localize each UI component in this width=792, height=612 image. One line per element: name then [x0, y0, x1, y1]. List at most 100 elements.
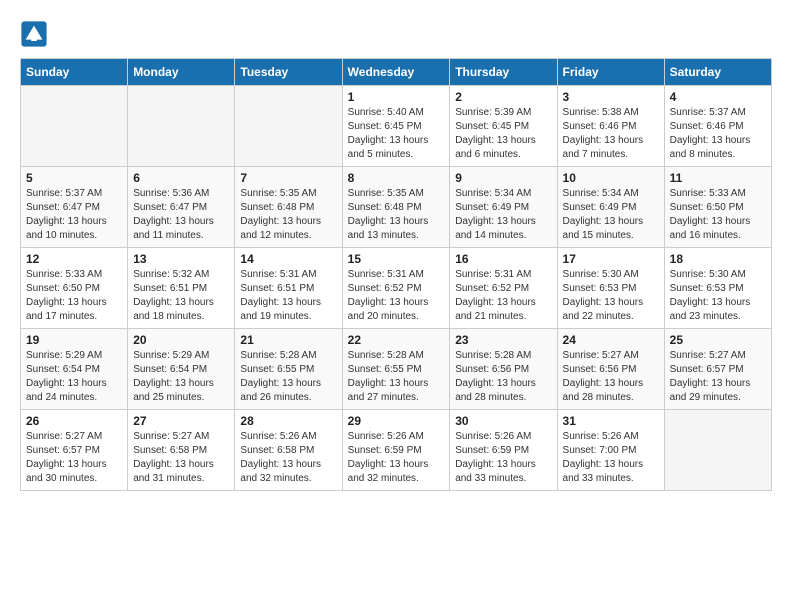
day-number: 4 — [670, 90, 766, 104]
day-number: 7 — [240, 171, 336, 185]
day-info: Sunrise: 5:26 AMSunset: 6:59 PMDaylight:… — [348, 430, 445, 486]
day-info: Sunrise: 5:26 AMSunset: 6:58 PMDaylight:… — [240, 430, 336, 486]
calendar-cell — [664, 410, 771, 491]
calendar-cell: 26 Sunrise: 5:27 AMSunset: 6:57 PMDayligh… — [21, 410, 128, 491]
calendar-day-header: Tuesday — [235, 59, 342, 86]
calendar-cell: 23Sunrise: 5:28 AMSunset: 6:56 PMDayligh… — [450, 329, 557, 410]
calendar-cell: 9 Sunrise: 5:34 AMSunset: 6:49 PMDaylight… — [450, 167, 557, 248]
calendar-cell — [21, 86, 128, 167]
day-number: 1 — [348, 90, 445, 104]
day-number: 8 — [348, 171, 445, 185]
calendar-day-header: Sunday — [21, 59, 128, 86]
day-number: 9 — [455, 171, 551, 185]
day-number: 10 — [563, 171, 659, 185]
calendar-day-header: Thursday — [450, 59, 557, 86]
calendar-day-header: Wednesday — [342, 59, 450, 86]
day-number: 31 — [563, 414, 659, 428]
day-info: Sunrise: 5:29 AMSunset: 6:54 PMDaylight:… — [26, 349, 122, 405]
day-info: Sunrise: 5:28 AMSunset: 6:55 PMDaylight:… — [348, 349, 445, 405]
day-info: Sunrise: 5:33 AMSunset: 6:50 PMDaylight:… — [26, 268, 122, 324]
calendar-week-row: 19 Sunrise: 5:29 AMSunset: 6:54 PMDayligh… — [21, 329, 772, 410]
day-info: Sunrise: 5:35 AMSunset: 6:48 PMDaylight:… — [240, 187, 336, 243]
calendar-cell: 17 Sunrise: 5:30 AMSunset: 6:53 PMDayligh… — [557, 248, 664, 329]
day-number: 23 — [455, 333, 551, 347]
day-info: Sunrise: 5:27 AMSunset: 6:57 PMDaylight:… — [670, 349, 766, 405]
day-number: 20 — [133, 333, 229, 347]
day-info: Sunrise: 5:32 AMSunset: 6:51 PMDaylight:… — [133, 268, 229, 324]
calendar-cell: 7 Sunrise: 5:35 AMSunset: 6:48 PMDaylight… — [235, 167, 342, 248]
calendar-cell: 22 Sunrise: 5:28 AMSunset: 6:55 PMDayligh… — [342, 329, 450, 410]
calendar-day-header: Saturday — [664, 59, 771, 86]
day-info: Sunrise: 5:34 AMSunset: 6:49 PMDaylight:… — [455, 187, 551, 243]
calendar-week-row: 12 Sunrise: 5:33 AMSunset: 6:50 PMDayligh… — [21, 248, 772, 329]
day-info: Sunrise: 5:30 AMSunset: 6:53 PMDaylight:… — [563, 268, 659, 324]
page-header — [20, 20, 772, 48]
day-number: 30 — [455, 414, 551, 428]
day-info: Sunrise: 5:31 AMSunset: 6:51 PMDaylight:… — [240, 268, 336, 324]
day-number: 26 — [26, 414, 122, 428]
calendar-cell: 25 Sunrise: 5:27 AMSunset: 6:57 PMDayligh… — [664, 329, 771, 410]
day-info: Sunrise: 5:37 AMSunset: 6:46 PMDaylight:… — [670, 106, 766, 162]
day-info: Sunrise: 5:26 AMSunset: 7:00 PMDaylight:… — [563, 430, 659, 486]
calendar-cell: 21Sunrise: 5:28 AMSunset: 6:55 PMDayligh… — [235, 329, 342, 410]
day-info: Sunrise: 5:27 AMSunset: 6:56 PMDaylight:… — [563, 349, 659, 405]
day-info: Sunrise: 5:33 AMSunset: 6:50 PMDaylight:… — [670, 187, 766, 243]
calendar-cell: 12 Sunrise: 5:33 AMSunset: 6:50 PMDayligh… — [21, 248, 128, 329]
day-number: 13 — [133, 252, 229, 266]
day-info: Sunrise: 5:35 AMSunset: 6:48 PMDaylight:… — [348, 187, 445, 243]
calendar-day-header: Friday — [557, 59, 664, 86]
calendar-cell: 5Sunrise: 5:37 AMSunset: 6:47 PMDaylight… — [21, 167, 128, 248]
day-info: Sunrise: 5:27 AMSunset: 6:58 PMDaylight:… — [133, 430, 229, 486]
calendar-cell: 15Sunrise: 5:31 AMSunset: 6:52 PMDayligh… — [342, 248, 450, 329]
calendar-cell: 16 Sunrise: 5:31 AMSunset: 6:52 PMDayligh… — [450, 248, 557, 329]
day-number: 14 — [240, 252, 336, 266]
calendar-week-row: 5Sunrise: 5:37 AMSunset: 6:47 PMDaylight… — [21, 167, 772, 248]
day-info: Sunrise: 5:31 AMSunset: 6:52 PMDaylight:… — [455, 268, 551, 324]
day-info: Sunrise: 5:36 AMSunset: 6:47 PMDaylight:… — [133, 187, 229, 243]
calendar-day-header: Monday — [128, 59, 235, 86]
calendar-cell: 4 Sunrise: 5:37 AMSunset: 6:46 PMDaylight… — [664, 86, 771, 167]
day-number: 16 — [455, 252, 551, 266]
calendar-cell: 8 Sunrise: 5:35 AMSunset: 6:48 PMDaylight… — [342, 167, 450, 248]
day-number: 19 — [26, 333, 122, 347]
calendar-cell: 24 Sunrise: 5:27 AMSunset: 6:56 PMDayligh… — [557, 329, 664, 410]
day-number: 29 — [348, 414, 445, 428]
calendar-cell: 18Sunrise: 5:30 AMSunset: 6:53 PMDayligh… — [664, 248, 771, 329]
calendar-cell — [128, 86, 235, 167]
day-number: 3 — [563, 90, 659, 104]
day-number: 24 — [563, 333, 659, 347]
day-info: Sunrise: 5:39 AMSunset: 6:45 PMDaylight:… — [455, 106, 551, 162]
calendar-cell: 31 Sunrise: 5:26 AMSunset: 7:00 PMDayligh… — [557, 410, 664, 491]
day-number: 12 — [26, 252, 122, 266]
calendar-cell: 30 Sunrise: 5:26 AMSunset: 6:59 PMDayligh… — [450, 410, 557, 491]
day-info: Sunrise: 5:34 AMSunset: 6:49 PMDaylight:… — [563, 187, 659, 243]
day-number: 22 — [348, 333, 445, 347]
day-number: 6 — [133, 171, 229, 185]
calendar-week-row: 26 Sunrise: 5:27 AMSunset: 6:57 PMDayligh… — [21, 410, 772, 491]
day-info: Sunrise: 5:26 AMSunset: 6:59 PMDaylight:… — [455, 430, 551, 486]
day-info: Sunrise: 5:40 AMSunset: 6:45 PMDaylight:… — [348, 106, 445, 162]
day-info: Sunrise: 5:30 AMSunset: 6:53 PMDaylight:… — [670, 268, 766, 324]
calendar-table: SundayMondayTuesdayWednesdayThursdayFrid… — [20, 58, 772, 491]
calendar-cell: 6 Sunrise: 5:36 AMSunset: 6:47 PMDaylight… — [128, 167, 235, 248]
day-number: 27 — [133, 414, 229, 428]
calendar-cell: 19 Sunrise: 5:29 AMSunset: 6:54 PMDayligh… — [21, 329, 128, 410]
day-info: Sunrise: 5:27 AMSunset: 6:57 PMDaylight:… — [26, 430, 122, 486]
calendar-cell: 10 Sunrise: 5:34 AMSunset: 6:49 PMDayligh… — [557, 167, 664, 248]
calendar-cell: 3Sunrise: 5:38 AMSunset: 6:46 PMDaylight… — [557, 86, 664, 167]
calendar-cell: 28Sunrise: 5:26 AMSunset: 6:58 PMDayligh… — [235, 410, 342, 491]
day-info: Sunrise: 5:31 AMSunset: 6:52 PMDaylight:… — [348, 268, 445, 324]
day-number: 2 — [455, 90, 551, 104]
calendar-cell: 20 Sunrise: 5:29 AMSunset: 6:54 PMDayligh… — [128, 329, 235, 410]
calendar-cell: 1 Sunrise: 5:40 AMSunset: 6:45 PMDaylight… — [342, 86, 450, 167]
day-info: Sunrise: 5:29 AMSunset: 6:54 PMDaylight:… — [133, 349, 229, 405]
day-number: 25 — [670, 333, 766, 347]
calendar-week-row: 1 Sunrise: 5:40 AMSunset: 6:45 PMDaylight… — [21, 86, 772, 167]
calendar-cell — [235, 86, 342, 167]
day-number: 11 — [670, 171, 766, 185]
day-number: 17 — [563, 252, 659, 266]
calendar-cell: 13 Sunrise: 5:32 AMSunset: 6:51 PMDayligh… — [128, 248, 235, 329]
calendar-cell: 2 Sunrise: 5:39 AMSunset: 6:45 PMDaylight… — [450, 86, 557, 167]
calendar-header-row: SundayMondayTuesdayWednesdayThursdayFrid… — [21, 59, 772, 86]
calendar-cell: 14 Sunrise: 5:31 AMSunset: 6:51 PMDayligh… — [235, 248, 342, 329]
